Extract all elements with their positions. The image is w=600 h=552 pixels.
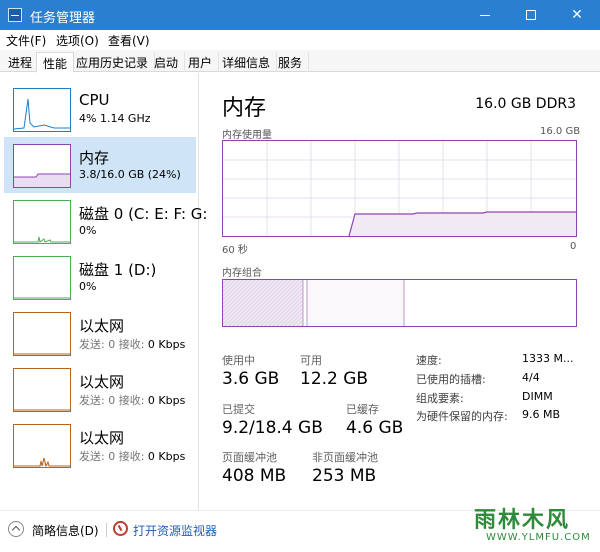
usage-chart-label: 内存使用量: [222, 130, 272, 141]
sidebar-item-ethernet-1[interactable]: 以太网 发送: 0 接收: 0 Kbps: [4, 305, 196, 361]
sidebar-item-title: 以太网: [79, 317, 125, 335]
sidebar-item-subtitle: 发送: 0 接收: 0 Kbps: [79, 336, 185, 352]
nonpaged-pool-label: 非页面缓冲池: [312, 451, 378, 464]
sidebar-item-subtitle: 发送: 0 接收: 0 Kbps: [79, 448, 185, 464]
hardware-reserved-value: 9.6 MB: [522, 408, 561, 421]
logo-text: 雨林木风: [474, 507, 571, 533]
sidebar-item-title: CPU: [79, 91, 110, 109]
tab-bar: 进程 性能 应用历史记录 启动 用户 详细信息 服务: [0, 50, 600, 73]
nonpaged-pool-value: 253 MB: [312, 466, 377, 486]
network-graph-icon: [13, 368, 71, 412]
committed-label: 已提交: [222, 403, 255, 416]
sidebar-item-subtitle: 0%: [79, 224, 97, 237]
hardware-reserved-label: 为硬件保留的内存:: [416, 410, 508, 423]
sidebar-item-subtitle: 0%: [79, 280, 97, 293]
tab-users[interactable]: 用户: [182, 52, 220, 72]
sidebar-item-disk-1[interactable]: 磁盘 1 (D:) 0%: [4, 249, 196, 305]
close-icon: ✕: [571, 7, 583, 23]
sidebar-item-disk-0[interactable]: 磁盘 0 (C: E: F: G: 0%: [4, 193, 208, 249]
available-value: 12.2 GB: [300, 369, 369, 389]
menu-options[interactable]: 选项(O): [56, 32, 99, 49]
sidebar-item-title: 磁盘 1 (D:): [79, 261, 157, 279]
title-bar: 任务管理器 ✕: [0, 0, 600, 30]
form-factor-label: 组成要素:: [416, 392, 464, 405]
slots-used-value: 4/4: [522, 371, 540, 384]
window-title: 任务管理器: [30, 11, 96, 26]
cached-label: 已缓存: [346, 403, 379, 416]
sidebar-item-title: 以太网: [79, 429, 125, 447]
cpu-graph-icon: [13, 88, 71, 132]
divider: [106, 523, 107, 537]
tab-processes[interactable]: 进程: [2, 52, 40, 72]
fewer-details-button[interactable]: 简略信息(D): [32, 522, 99, 539]
menu-bar: 文件(F) 选项(O) 查看(V): [0, 30, 600, 50]
tab-services[interactable]: 服务: [272, 52, 310, 72]
paged-pool-value: 408 MB: [222, 466, 287, 486]
form-factor-value: DIMM: [522, 390, 553, 403]
in-use-label: 使用中: [222, 354, 255, 367]
in-use-value: 3.6 GB: [222, 369, 280, 389]
tab-performance[interactable]: 性能: [36, 52, 75, 73]
paged-pool-label: 页面缓冲池: [222, 451, 277, 464]
maximize-icon: [526, 10, 536, 20]
maximize-button[interactable]: [508, 0, 554, 30]
memory-composition-bar: [222, 279, 577, 327]
sidebar-item-subtitle-prefix: 发送: 0 接收:: [79, 394, 145, 407]
sidebar-item-ethernet-2[interactable]: 以太网 发送: 0 接收: 0 Kbps: [4, 361, 196, 417]
ylmf-logo: 雨林木风 WWW.YLMFU.COM: [474, 502, 594, 548]
tab-app-history[interactable]: 应用历史记录: [70, 52, 156, 72]
menu-view[interactable]: 查看(V): [108, 32, 150, 49]
disk-graph-icon: [13, 200, 71, 244]
usage-chart-max: 16.0 GB: [540, 126, 581, 137]
memory-composition-plot: [223, 280, 405, 326]
logo-url: WWW.YLMFU.COM: [486, 532, 591, 543]
sidebar-item-title: 内存: [79, 149, 110, 167]
minimize-button[interactable]: [462, 0, 508, 30]
resource-list: CPU 4% 1.14 GHz 内存 3.8/16.0 GB (24%) 磁盘 …: [0, 73, 208, 510]
sidebar-item-title: 磁盘 0 (C: E: F: G:: [79, 205, 208, 223]
memory-usage-plot: [223, 141, 576, 236]
sidebar-item-subtitle-prefix: 发送: 0 接收:: [79, 338, 145, 351]
sidebar-item-memory[interactable]: 内存 3.8/16.0 GB (24%): [4, 137, 196, 193]
network-graph-icon: [13, 424, 71, 468]
sidebar-item-subtitle: 发送: 0 接收: 0 Kbps: [79, 392, 185, 408]
menu-file[interactable]: 文件(F): [6, 32, 46, 49]
sidebar-item-subtitle-value: 0 Kbps: [147, 338, 186, 351]
minimize-icon: [480, 15, 490, 16]
network-graph-icon: [13, 312, 71, 356]
time-axis-left: 60 秒: [222, 245, 248, 256]
time-axis-right: 0: [570, 241, 577, 252]
tab-startup[interactable]: 启动: [148, 52, 186, 72]
page-title: 内存: [222, 96, 267, 121]
sidebar-item-subtitle-value: 0 Kbps: [147, 394, 186, 407]
sidebar-item-subtitle-value: 0 Kbps: [147, 450, 186, 463]
cached-value: 4.6 GB: [346, 418, 404, 438]
sidebar-item-cpu[interactable]: CPU 4% 1.14 GHz: [4, 81, 196, 137]
committed-value: 9.2/18.4 GB: [222, 418, 323, 438]
speed-label: 速度:: [416, 354, 442, 367]
speed-value: 1333 M...: [522, 352, 574, 365]
memory-spec: 16.0 GB DDR3: [475, 96, 576, 112]
resource-monitor-icon: [113, 521, 128, 536]
sidebar-item-subtitle: 3.8/16.0 GB (24%): [79, 168, 181, 181]
disk-graph-icon: [13, 256, 71, 300]
sidebar-item-title: 以太网: [79, 373, 125, 391]
tab-details[interactable]: 详细信息: [216, 52, 278, 72]
memory-usage-graph: [222, 140, 577, 237]
open-resource-monitor-link[interactable]: 打开资源监视器: [133, 522, 217, 539]
available-label: 可用: [300, 354, 322, 367]
task-manager-app-icon: [8, 8, 22, 22]
composition-label: 内存组合: [222, 268, 262, 279]
sidebar-item-subtitle: 4% 1.14 GHz: [79, 112, 151, 125]
chevron-up-icon[interactable]: [8, 521, 24, 537]
sidebar-item-subtitle-prefix: 发送: 0 接收:: [79, 450, 145, 463]
close-button[interactable]: ✕: [554, 0, 600, 30]
sidebar-item-ethernet-3[interactable]: 以太网 发送: 0 接收: 0 Kbps: [4, 417, 196, 473]
slots-used-label: 已使用的插槽:: [416, 373, 486, 386]
memory-graph-icon: [13, 144, 71, 188]
